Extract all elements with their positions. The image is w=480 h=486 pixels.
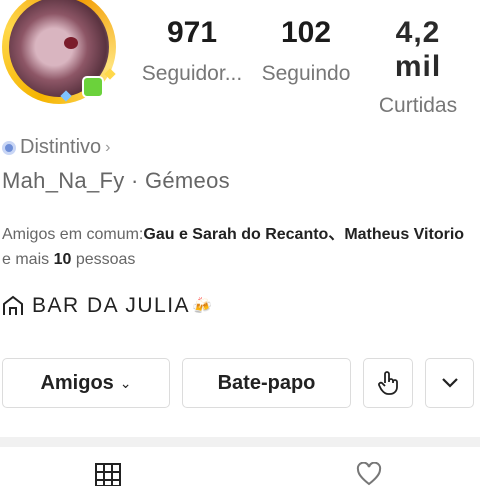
mutual-friends[interactable]: Amigos em comum:Gau e Sarah do Recanto、M…: [2, 222, 472, 272]
grid-icon[interactable]: [95, 462, 121, 486]
friends-button-label: Amigos: [40, 371, 114, 394]
avatar-frame-badge-icon: [82, 76, 104, 98]
following-count: 102: [280, 16, 332, 49]
bio: BAR DA JULIA 🍻: [2, 294, 213, 318]
mutual-middle: e mais: [2, 251, 54, 268]
avatar-mouth: [64, 37, 78, 49]
gem-icon: [2, 140, 16, 155]
house-icon: [3, 295, 23, 315]
likes-count: 4,2 mil: [394, 16, 442, 83]
chevron-down-icon: [441, 378, 458, 388]
more-options-button[interactable]: [425, 358, 474, 408]
badge-link[interactable]: Distintivo ›: [2, 136, 110, 159]
gesture-button[interactable]: [363, 358, 413, 408]
chevron-down-icon: ⌄: [119, 374, 132, 391]
avatar[interactable]: [2, 0, 118, 106]
bio-text: BAR DA JULIA: [32, 294, 191, 317]
mutual-count: 10: [53, 251, 72, 268]
chevron-right-icon: ›: [105, 138, 111, 156]
pointing-hand-icon: [378, 371, 398, 395]
following-label: Seguindo: [261, 62, 351, 85]
section-divider: [0, 437, 480, 447]
friends-button[interactable]: Amigos ⌄: [2, 358, 170, 408]
badge-label: Distintivo: [20, 136, 102, 158]
heart-icon[interactable]: [356, 462, 382, 486]
mutual-names: Gau e Sarah do Recanto、Matheus Vitorio: [143, 226, 465, 243]
likes-label: Curtidas: [378, 94, 458, 117]
username-line: Mah_Na_Fy · Gémeos: [2, 168, 230, 193]
mutual-suffix: pessoas: [71, 251, 136, 268]
mutual-prefix: Amigos em comum:: [2, 226, 144, 243]
followers-count: 971: [166, 16, 218, 49]
beer-emoji: 🍻: [192, 298, 214, 315]
likes-stat: 4,2 mil Curtidas: [368, 16, 468, 118]
following-stat[interactable]: 102 Seguindo: [256, 16, 356, 86]
followers-stat[interactable]: 971 Seguidor...: [133, 16, 251, 86]
chat-button-label: Bate-papo: [217, 371, 316, 394]
chat-button[interactable]: Bate-papo: [182, 358, 351, 408]
followers-label: Seguidor...: [141, 62, 243, 85]
